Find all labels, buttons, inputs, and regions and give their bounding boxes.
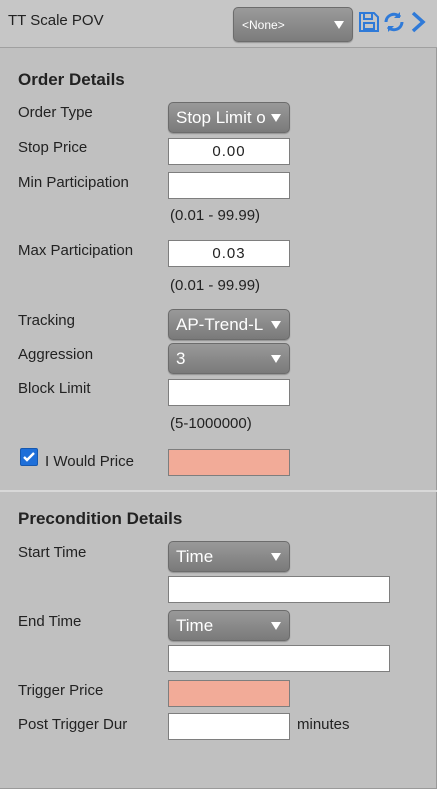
order-type-label: Order Type bbox=[18, 104, 93, 121]
min-participation-label: Min Participation bbox=[18, 174, 129, 191]
precondition-details-section: Precondition Details Start Time Time End… bbox=[0, 493, 437, 789]
chevron-down-icon bbox=[334, 20, 344, 29]
stop-price-label: Stop Price bbox=[18, 139, 88, 156]
start-time-label: Start Time bbox=[18, 544, 87, 561]
order-details-section: Order Details Order Type Stop Limit o St… bbox=[0, 49, 437, 492]
post-trigger-unit: minutes bbox=[297, 716, 350, 733]
aggression-label: Aggression bbox=[18, 346, 94, 363]
order-type-value: Stop Limit o bbox=[176, 108, 266, 127]
chevron-down-icon bbox=[271, 621, 281, 630]
order-type-select[interactable]: Stop Limit o bbox=[168, 102, 290, 133]
start-time-mode-select[interactable]: Time bbox=[168, 541, 290, 572]
trigger-price-input[interactable] bbox=[168, 680, 290, 707]
max-participation-label: Max Participation bbox=[18, 242, 134, 259]
chevron-right-icon[interactable] bbox=[406, 10, 430, 34]
aggression-value: 3 bbox=[176, 349, 186, 368]
checkmark-icon bbox=[23, 452, 35, 462]
max-participation-input[interactable]: 0.03 bbox=[168, 240, 290, 267]
i-would-price-checkbox[interactable] bbox=[20, 448, 38, 466]
pov-order-panel: TT Scale POV <None> Order Details Order … bbox=[0, 0, 437, 789]
block-limit-label: Block Limit bbox=[18, 380, 91, 397]
tracking-value: AP-Trend-L bbox=[176, 315, 264, 334]
post-trigger-dur-label: Post Trigger Dur bbox=[18, 716, 128, 733]
chevron-down-icon bbox=[271, 354, 281, 363]
end-time-mode-select[interactable]: Time bbox=[168, 610, 290, 641]
min-participation-input[interactable] bbox=[168, 172, 290, 199]
max-participation-hint: (0.01 - 99.99) bbox=[170, 277, 261, 294]
block-limit-input[interactable] bbox=[168, 379, 290, 406]
end-time-input[interactable] bbox=[168, 645, 390, 672]
trigger-price-label: Trigger Price bbox=[18, 682, 104, 699]
aggression-select[interactable]: 3 bbox=[168, 343, 290, 374]
stop-price-input[interactable]: 0.00 bbox=[168, 138, 290, 165]
refresh-icon[interactable] bbox=[382, 10, 406, 34]
end-time-mode-value: Time bbox=[176, 616, 214, 635]
chevron-down-icon bbox=[271, 113, 281, 122]
i-would-price-input[interactable] bbox=[168, 449, 290, 476]
preset-select[interactable]: <None> bbox=[233, 7, 353, 42]
preset-select-value: <None> bbox=[242, 18, 285, 32]
panel-header: TT Scale POV <None> bbox=[0, 0, 437, 48]
start-time-mode-value: Time bbox=[176, 547, 214, 566]
block-limit-hint: (5-1000000) bbox=[170, 415, 252, 432]
tracking-label: Tracking bbox=[18, 312, 75, 329]
tracking-select[interactable]: AP-Trend-L bbox=[168, 309, 290, 340]
save-icon[interactable] bbox=[357, 10, 381, 34]
start-time-input[interactable] bbox=[168, 576, 390, 603]
chevron-down-icon bbox=[271, 552, 281, 561]
i-would-price-label: I Would Price bbox=[45, 453, 134, 470]
precondition-details-heading: Precondition Details bbox=[18, 509, 183, 528]
order-details-heading: Order Details bbox=[18, 70, 125, 89]
min-participation-hint: (0.01 - 99.99) bbox=[170, 207, 261, 224]
panel-title: TT Scale POV bbox=[8, 12, 104, 29]
post-trigger-dur-input[interactable] bbox=[168, 713, 290, 740]
chevron-down-icon bbox=[271, 320, 281, 329]
end-time-label: End Time bbox=[18, 613, 82, 630]
